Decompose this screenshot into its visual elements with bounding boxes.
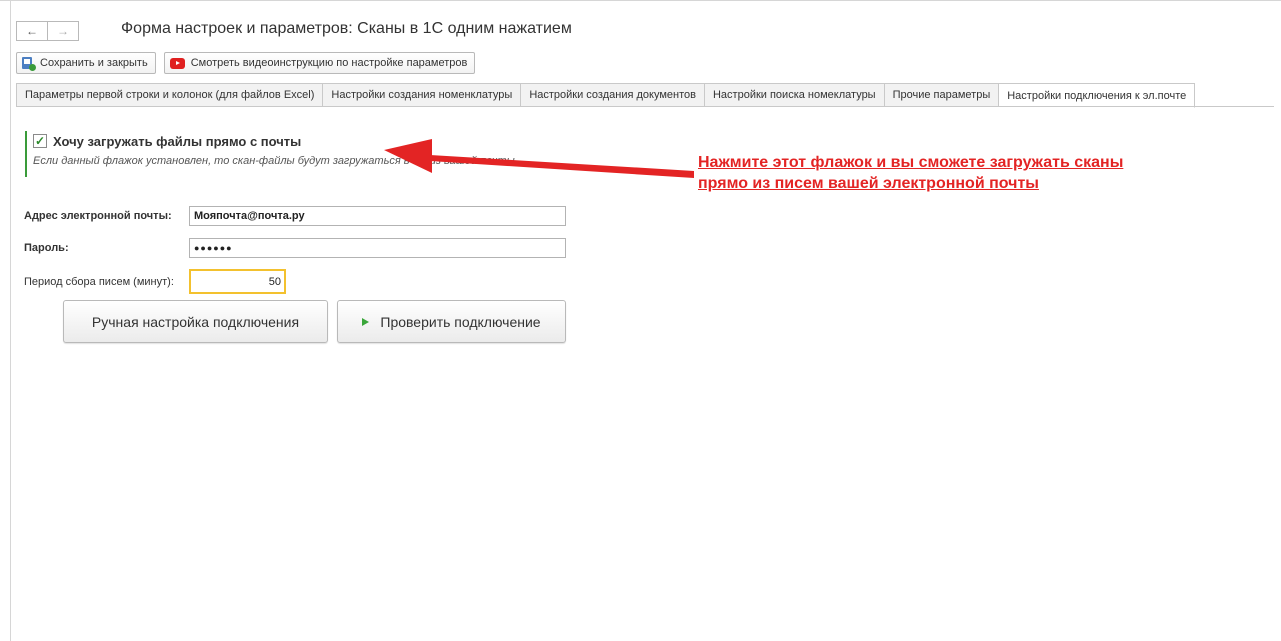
annotation-line-2: прямо из писем вашей электронной почты <box>698 175 1039 192</box>
annotation-arrow <box>384 139 694 178</box>
annotation-line-1: Нажмите этот флажок и вы сможете загружа… <box>698 154 1124 171</box>
annotation-text: Нажмите этот флажок и вы сможете загружа… <box>698 152 1123 194</box>
